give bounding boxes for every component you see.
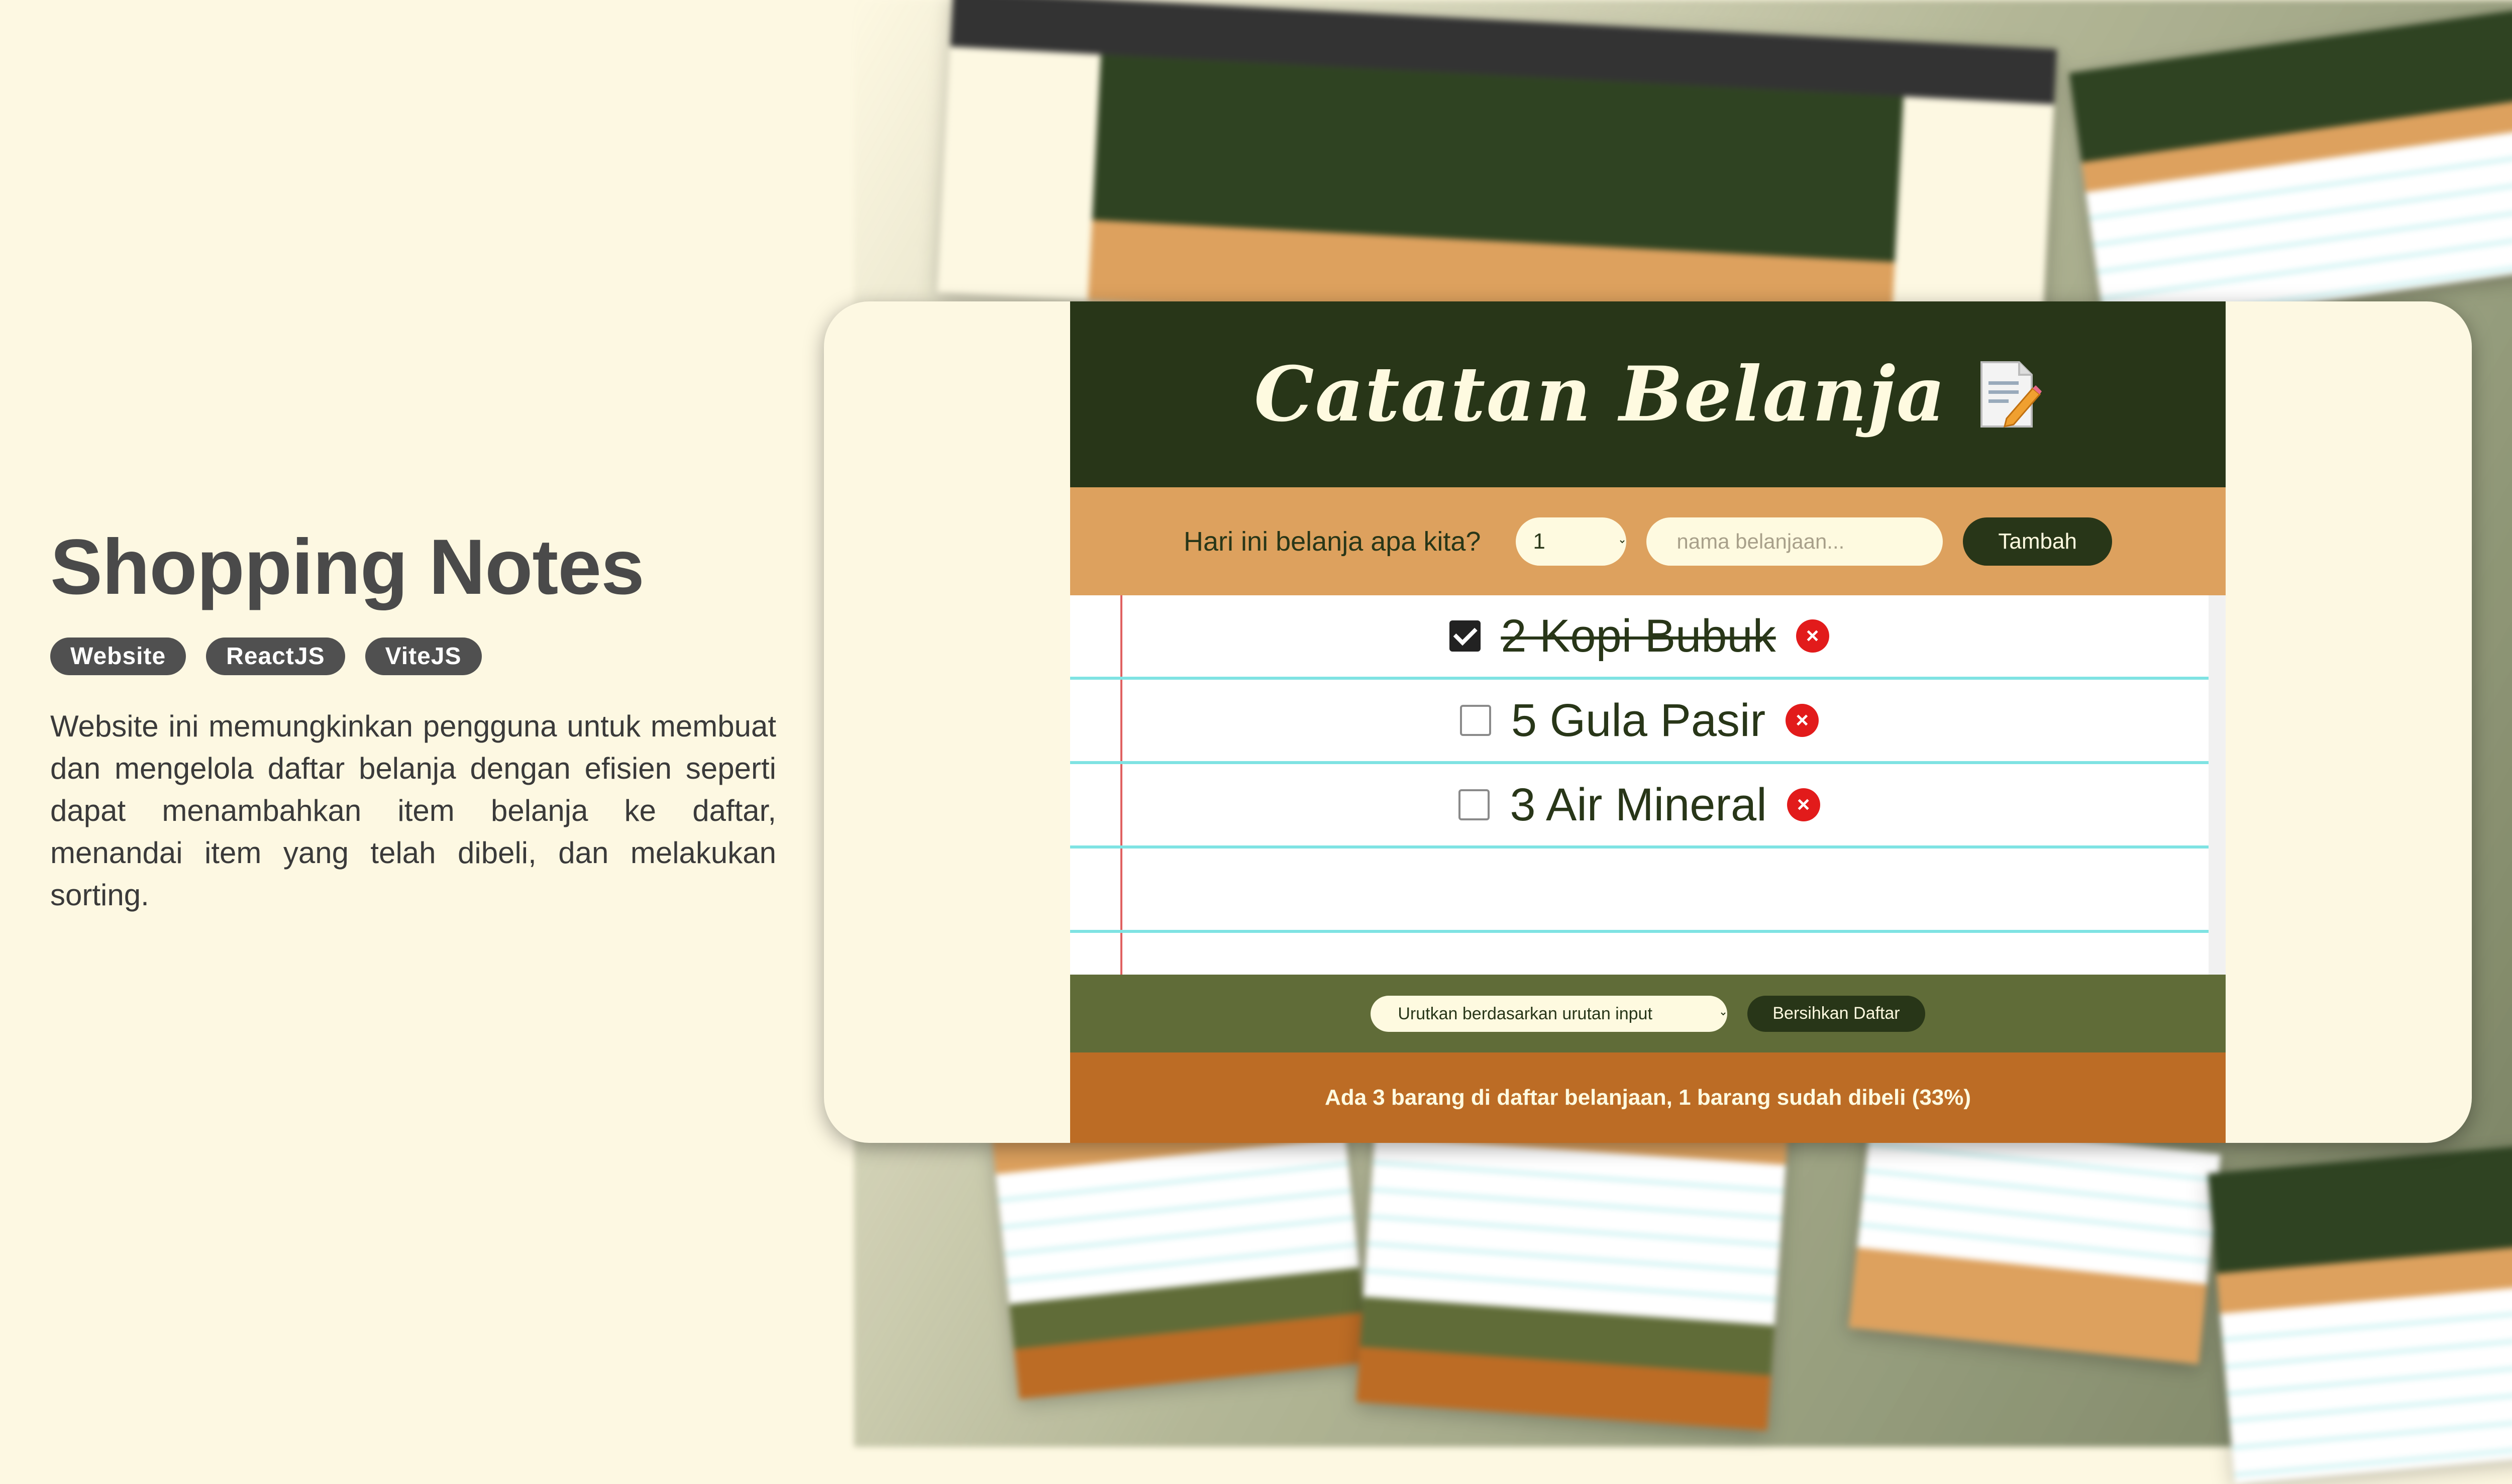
background-screenshot (937, 0, 2057, 351)
project-title: Shopping Notes (50, 523, 645, 611)
list-item: 3 Air Mineral × (1070, 764, 2209, 849)
project-info: Shopping Notes Website ReactJS ViteJS We… (50, 522, 776, 916)
app-header: Catatan Belanja (1070, 301, 2226, 487)
project-description: Website ini memungkinkan pengguna untuk … (50, 709, 776, 912)
stats-text: Ada 3 barang di daftar belanjaan, 1 bara… (1324, 1085, 1971, 1110)
item-checkbox[interactable] (1449, 620, 1481, 652)
list-scrollbar[interactable] (2209, 595, 2226, 975)
memo-icon (1980, 361, 2042, 428)
item-checkbox[interactable] (1458, 789, 1490, 820)
add-item-form: Hari ini belanja apa kita? 1 Tambah (1070, 487, 2226, 595)
app-title: Catatan Belanja (1254, 350, 1946, 439)
delete-icon[interactable]: × (1796, 619, 1829, 653)
item-label: 3 Air Mineral (1510, 779, 1767, 830)
background-screenshot (2208, 1138, 2512, 1484)
stats-footer: Ada 3 barang di daftar belanjaan, 1 bara… (1070, 1052, 2226, 1143)
list-item: 2 Kopi Bubuk × (1070, 595, 2209, 680)
background-screenshot (2069, 10, 2512, 332)
empty-row (1070, 849, 2209, 933)
background-screenshot (992, 1102, 1370, 1400)
clear-list-button[interactable]: Bersihkan Daftar (1747, 995, 1925, 1032)
tag-list: Website ReactJS ViteJS (50, 638, 776, 675)
add-button[interactable]: Tambah (1963, 517, 2112, 566)
list-actions: Urutkan berdasarkan urutan input Bersihk… (1070, 975, 2226, 1052)
list-item: 5 Gula Pasir × (1070, 680, 2209, 764)
sort-select[interactable]: Urutkan berdasarkan urutan input (1371, 995, 1728, 1032)
form-question: Hari ini belanja apa kita? (1184, 526, 1481, 557)
app-preview: Catatan Belanja Hari ini belanja apa kit… (1070, 301, 2226, 1143)
shopping-list: 2 Kopi Bubuk × 5 Gula Pasir × 3 Air Mine… (1070, 595, 2226, 975)
quantity-select[interactable]: 1 (1516, 517, 1627, 566)
background-screenshot (1848, 1117, 2221, 1364)
delete-icon[interactable]: × (1787, 788, 1820, 821)
tag-vitejs: ViteJS (365, 638, 482, 675)
delete-icon[interactable]: × (1786, 704, 1819, 737)
item-label: 2 Kopi Bubuk (1501, 610, 1776, 662)
tag-website: Website (50, 638, 186, 675)
item-name-input[interactable] (1646, 517, 1943, 566)
item-label: 5 Gula Pasir (1511, 694, 1766, 746)
tag-reactjs: ReactJS (206, 638, 345, 675)
item-checkbox[interactable] (1459, 705, 1491, 736)
